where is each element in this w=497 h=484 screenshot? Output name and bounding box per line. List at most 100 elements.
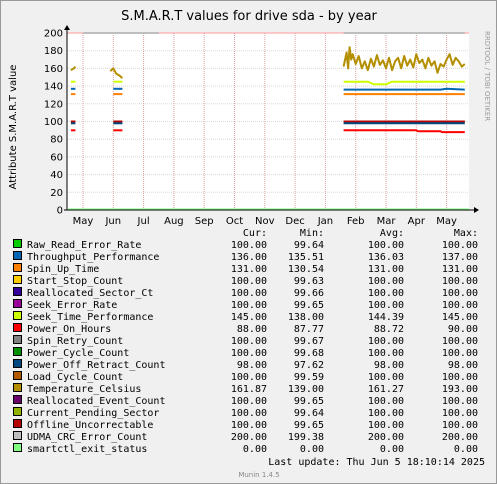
legend-swatch — [13, 263, 22, 272]
legend-value: 100.00 — [442, 420, 478, 431]
legend-value: 100.00 — [368, 288, 404, 299]
legend-column-header: Cur: — [243, 228, 267, 239]
legend-value: 100.00 — [368, 372, 404, 383]
legend-value: 100.00 — [442, 276, 478, 287]
x-tick-label: May — [436, 216, 457, 227]
legend-value: 145.00 — [231, 312, 267, 323]
y-tick-label: 140 — [44, 82, 63, 93]
legend-value: 100.00 — [231, 348, 267, 359]
legend-value: 0.00 — [454, 444, 478, 455]
legend-swatch — [13, 371, 22, 380]
legend-value: 99.64 — [294, 408, 324, 419]
x-tick-label: Apr — [408, 216, 426, 227]
x-tick-label: Aug — [164, 216, 184, 227]
y-tick-label: 40 — [50, 170, 63, 181]
legend-swatch — [13, 251, 22, 260]
legend-swatch — [13, 359, 22, 368]
legend-series-name: Reallocated_Sector_Ct — [27, 288, 153, 299]
smart-values-chart: S.M.A.R.T values for drive sda - by year… — [8, 9, 491, 479]
legend-value: 145.00 — [442, 312, 478, 323]
legend-value: 87.77 — [294, 324, 324, 335]
y-axis-label: Attribute S.M.A.R.T value — [8, 65, 19, 190]
legend: Cur: Min: Avg: Max: Raw_Read_Error_Rate 100.0… — [13, 228, 478, 455]
legend-value: 100.00 — [442, 396, 478, 407]
legend-value: 131.00 — [442, 264, 478, 275]
legend-value: 99.59 — [294, 372, 324, 383]
legend-series-name: Power_Off_Retract_Count — [27, 360, 165, 371]
legend-value: 199.38 — [288, 432, 324, 443]
legend-value: 98.00 — [237, 360, 267, 371]
y-tick-label: 200 — [44, 29, 63, 40]
legend-column-header: Max: — [454, 228, 478, 239]
legend-value: 100.00 — [442, 336, 478, 347]
legend-swatch — [13, 239, 22, 248]
x-tick-label: Jun — [104, 216, 121, 227]
legend-series-name: Start_Stop_Count — [27, 276, 123, 287]
legend-value: 139.00 — [288, 384, 324, 395]
y-tick-label: 100 — [44, 117, 63, 128]
legend-value: 88.00 — [237, 324, 267, 335]
x-tick-label: Feb — [347, 216, 365, 227]
legend-value: 100.00 — [231, 420, 267, 431]
y-tick-label: 120 — [44, 99, 63, 110]
legend-value: 88.72 — [374, 324, 404, 335]
legend-value: 193.00 — [442, 384, 478, 395]
legend-column-header: Avg: — [380, 228, 404, 239]
legend-value: 161.87 — [231, 384, 267, 395]
legend-swatch — [13, 335, 22, 344]
legend-series-name: Temperature_Celsius — [27, 384, 141, 395]
legend-value: 100.00 — [368, 240, 404, 251]
legend-value: 138.00 — [288, 312, 324, 323]
legend-swatch — [13, 287, 22, 296]
legend-value: 100.00 — [442, 240, 478, 251]
legend-value: 144.39 — [368, 312, 404, 323]
legend-value: 99.64 — [294, 240, 324, 251]
y-tick-label: 20 — [50, 188, 63, 199]
legend-swatch — [13, 311, 22, 320]
legend-value: 100.00 — [368, 396, 404, 407]
legend-value: 100.00 — [442, 408, 478, 419]
legend-swatch — [13, 431, 22, 440]
legend-swatch — [13, 407, 22, 416]
legend-value: 0.00 — [243, 444, 267, 455]
legend-series-name: Load_Cycle_Count — [27, 372, 123, 383]
rrdtool-watermark: RRDTOOL / TOBI OETIKER — [483, 31, 491, 121]
x-tick-label: Dec — [285, 216, 304, 227]
legend-value: 100.00 — [231, 336, 267, 347]
legend-value: 100.00 — [368, 420, 404, 431]
chart-title: S.M.A.R.T values for drive sda - by year — [121, 9, 377, 24]
y-tick-label: 60 — [50, 152, 63, 163]
legend-value: 97.62 — [294, 360, 324, 371]
legend-value: 100.00 — [442, 300, 478, 311]
legend-value: 131.00 — [368, 264, 404, 275]
legend-value: 98.00 — [448, 360, 478, 371]
legend-value: 135.51 — [288, 252, 324, 263]
legend-series-name: Seek_Time_Performance — [27, 312, 153, 323]
legend-value: 131.00 — [231, 264, 267, 275]
legend-series-name: smartctl_exit_status — [27, 444, 147, 455]
x-tick-label: Mar — [377, 216, 397, 227]
legend-value: 100.00 — [442, 288, 478, 299]
y-axis-arrow — [64, 25, 70, 30]
x-tick-label: Oct — [226, 216, 243, 227]
legend-series-name: Current_Pending_Sector — [27, 408, 159, 419]
legend-value: 99.68 — [294, 348, 324, 359]
legend-swatch — [13, 323, 22, 332]
legend-series-name: Power_On_Hours — [27, 324, 111, 335]
legend-value: 136.03 — [368, 252, 404, 263]
legend-value: 100.00 — [368, 348, 404, 359]
legend-value: 100.00 — [231, 276, 267, 287]
legend-value: 200.00 — [368, 432, 404, 443]
legend-value: 200.00 — [231, 432, 267, 443]
y-tick-label: 160 — [44, 64, 63, 75]
legend-value: 100.00 — [231, 408, 267, 419]
x-tick-label: Nov — [255, 216, 275, 227]
legend-series-name: Spin_Retry_Count — [27, 336, 123, 347]
munin-graph: S.M.A.R.T values for drive sda - by year… — [0, 0, 497, 484]
legend-column-header: Min: — [300, 228, 324, 239]
legend-value: 99.65 — [294, 300, 324, 311]
x-tick-label: Sep — [195, 216, 214, 227]
legend-value: 136.00 — [231, 252, 267, 263]
legend-series-name: Throughput_Performance — [27, 252, 159, 263]
legend-value: 100.00 — [231, 288, 267, 299]
